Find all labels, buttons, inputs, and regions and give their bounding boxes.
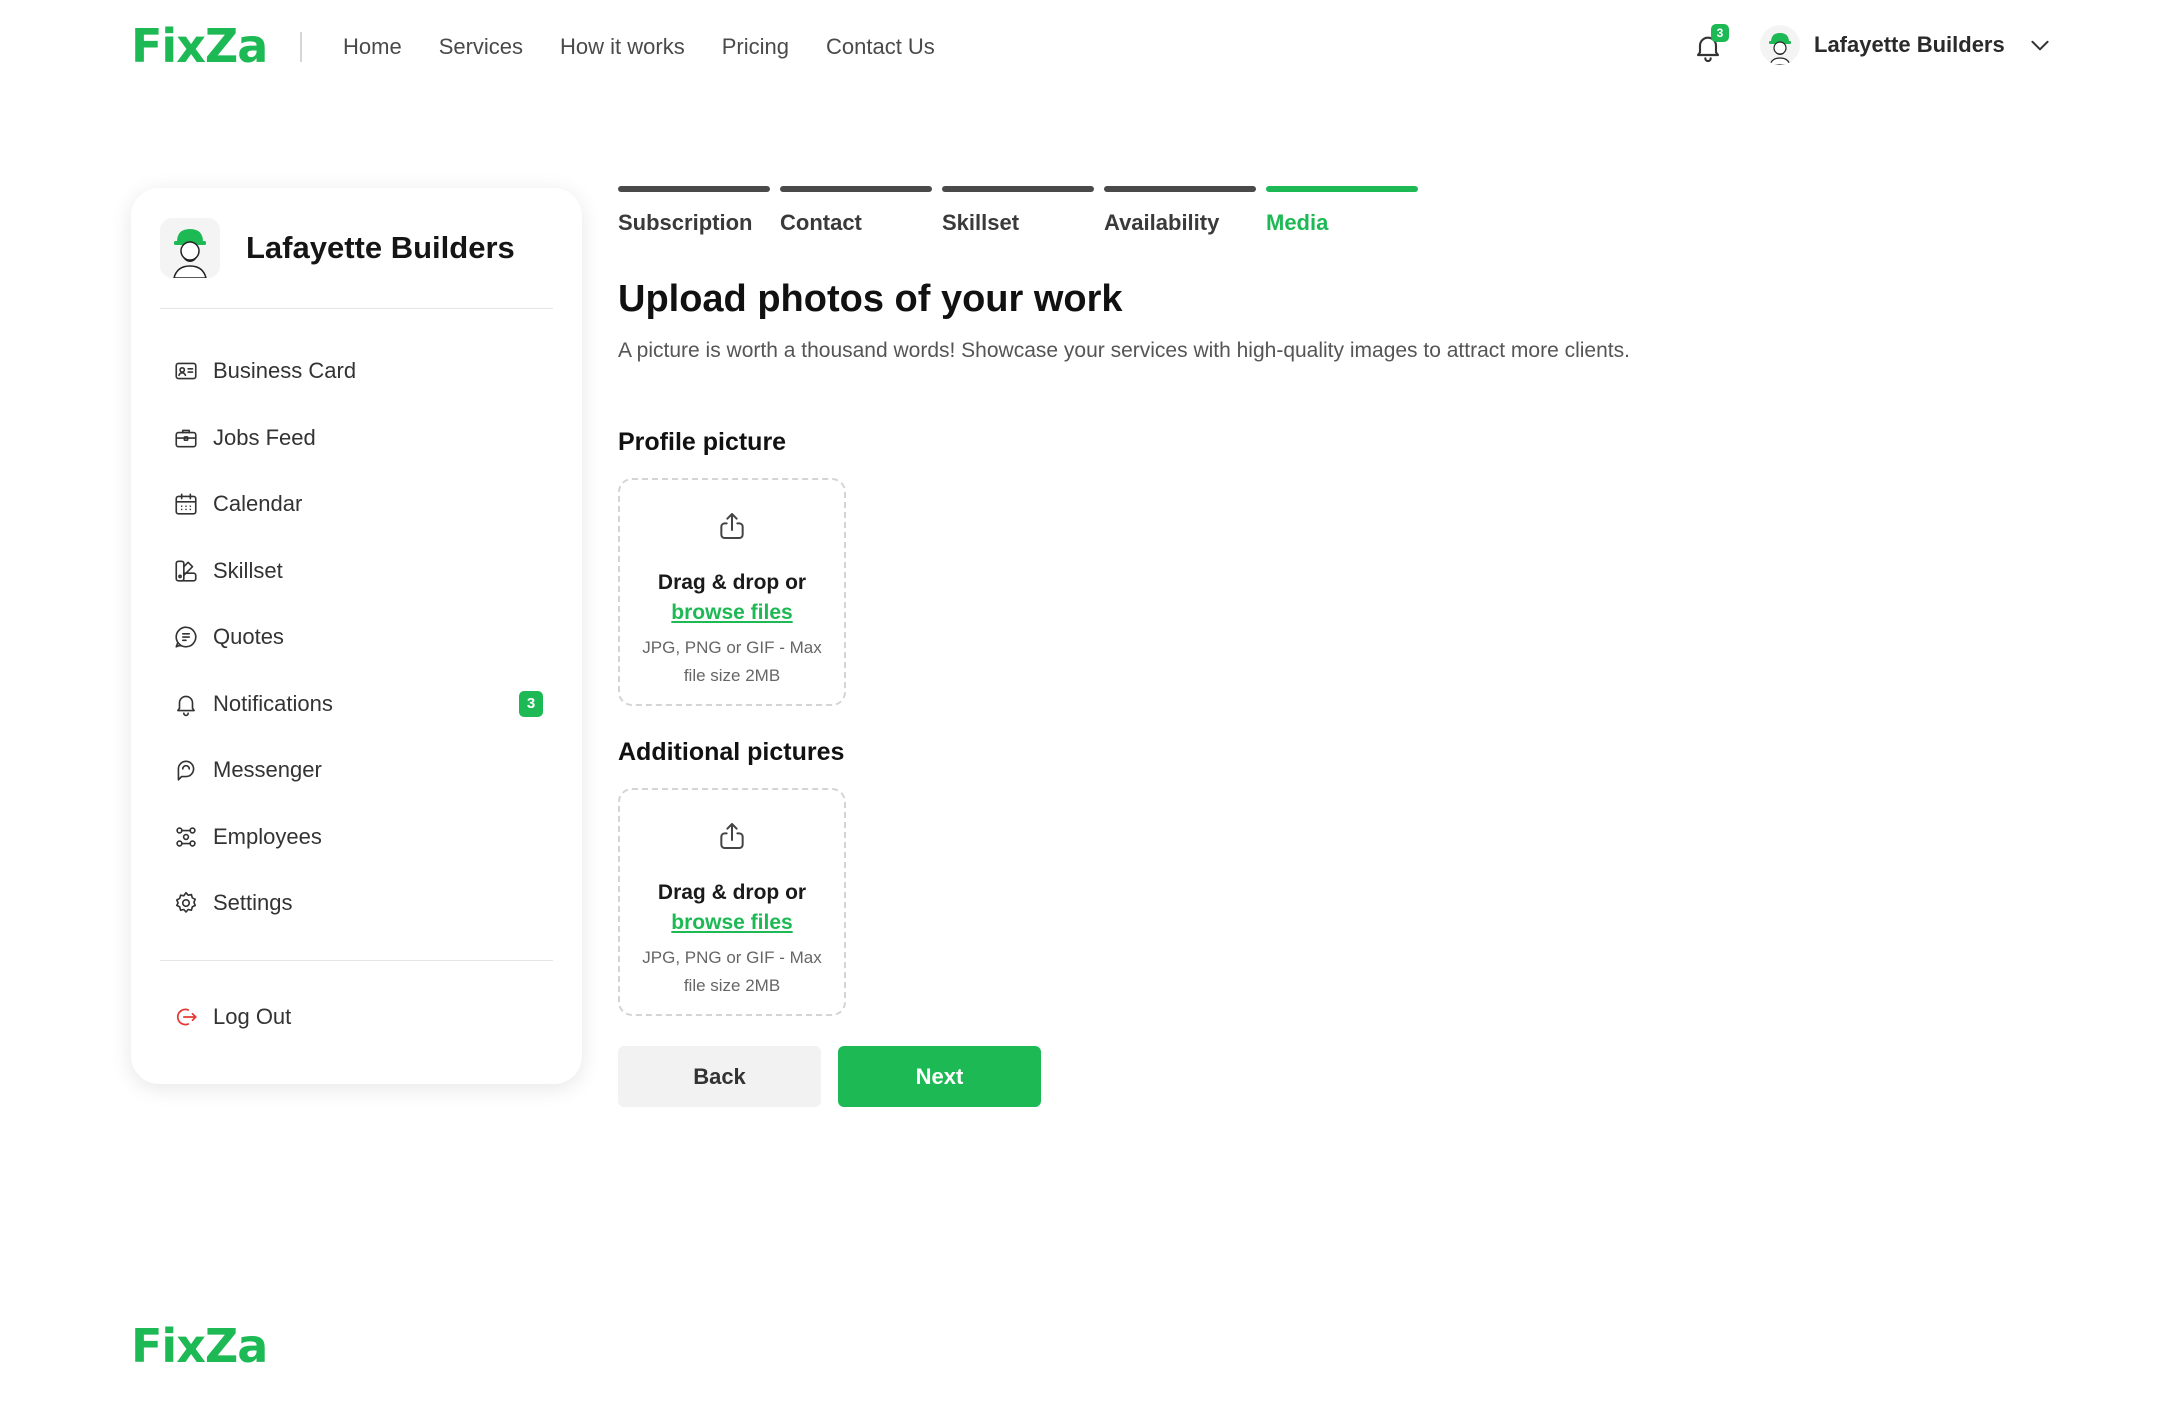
step-progress-bar (780, 186, 932, 192)
sidebar-item-employees[interactable]: Employees (173, 804, 543, 871)
bell-icon (177, 695, 195, 716)
logout-button[interactable]: Log Out (173, 1004, 291, 1030)
step-subscription[interactable]: Subscription (618, 186, 770, 236)
sidebar: Lafayette Builders Business Card Jobs Fe… (131, 188, 582, 1084)
chevron-down-icon[interactable] (2027, 32, 2053, 58)
notifications-button[interactable]: 3 (1692, 24, 1729, 64)
nav-link-pricing[interactable]: Pricing (722, 30, 789, 64)
nav-link-how-it-works[interactable]: How it works (560, 30, 685, 64)
step-label: Contact (780, 210, 862, 235)
sidebar-item-skillset[interactable]: Skillset (173, 538, 543, 605)
fixza-logo[interactable]: FixZa (131, 22, 268, 70)
sidebar-item-messenger[interactable]: Messenger (173, 737, 543, 804)
swatch-icon (175, 560, 197, 582)
dropzone-text: Drag & drop or (657, 881, 807, 904)
sidebar-item-quotes[interactable]: Quotes (173, 604, 543, 671)
top-header: FixZa Home Services How it works Pricing… (0, 0, 2161, 96)
dropzone-text: Drag & drop or (657, 571, 807, 594)
nav-link-home[interactable]: Home (343, 30, 402, 64)
onboarding-stepper: Subscription Contact Skillset Availabili… (618, 186, 1418, 236)
step-label: Skillset (942, 210, 1020, 235)
nav-link-services[interactable]: Services (439, 30, 523, 64)
step-progress-bar (942, 186, 1094, 192)
back-button[interactable]: Back (618, 1046, 821, 1107)
notifications-count-badge: 3 (519, 690, 543, 717)
sidebar-item-calendar[interactable]: Calendar (173, 471, 543, 538)
sidebar-item-label: Messenger (213, 757, 322, 783)
sidebar-item-label: Jobs Feed (213, 424, 316, 450)
divider (160, 308, 553, 309)
dropzone-hint: JPG, PNG or GIF - Max file size 2MB (642, 638, 822, 685)
step-label: Subscription (618, 210, 753, 235)
dropzone-hint: JPG, PNG or GIF - Max file size 2MB (642, 948, 822, 995)
upload-icon (720, 513, 744, 539)
sidebar-item-label: Employees (213, 823, 322, 849)
step-progress-bar (1266, 186, 1418, 192)
logout-label: Log Out (213, 1004, 292, 1029)
sidebar-item-business-card[interactable]: Business Card (173, 338, 543, 405)
step-progress-bar (1104, 186, 1256, 192)
avatar (1760, 25, 1800, 65)
sidebar-item-label: Quotes (213, 624, 284, 650)
step-availability[interactable]: Availability (1104, 186, 1256, 236)
calendar-icon (175, 493, 197, 515)
step-progress-bar (618, 186, 770, 192)
page-title: Upload photos of your work (618, 278, 1123, 320)
browse-files-link[interactable]: browse files (620, 598, 844, 628)
additional-pictures-label: Additional pictures (618, 738, 845, 766)
header-divider (300, 32, 302, 62)
next-button[interactable]: Next (838, 1046, 1041, 1107)
avatar (160, 218, 220, 278)
sidebar-item-label: Business Card (213, 358, 357, 384)
nav-link-contact-us[interactable]: Contact Us (826, 30, 935, 64)
footer-fixza-logo[interactable]: FixZa (131, 1322, 268, 1370)
step-media[interactable]: Media (1266, 186, 1418, 236)
upload-icon (720, 823, 744, 849)
profile-picture-label: Profile picture (618, 428, 787, 456)
step-label: Availability (1104, 210, 1220, 235)
gear-icon (175, 892, 197, 914)
users-icon (176, 827, 196, 847)
header-user-name: Lafayette Builders (1814, 32, 2005, 57)
sidebar-profile-name: Lafayette Builders (246, 230, 515, 265)
sidebar-menu: Business Card Jobs Feed Calendar Skillse… (173, 338, 543, 937)
main-nav: Home Services How it works Pricing Conta… (343, 30, 935, 64)
chat-icon (177, 760, 195, 781)
divider (160, 960, 553, 961)
briefcase-icon (175, 429, 197, 448)
user-menu[interactable]: Lafayette Builders (1760, 25, 2053, 65)
profile-picture-dropzone[interactable]: Drag & drop or browse files JPG, PNG or … (618, 478, 846, 706)
sidebar-item-label: Skillset (213, 557, 283, 583)
sidebar-item-label: Calendar (213, 491, 303, 517)
sidebar-item-settings[interactable]: Settings (173, 870, 543, 937)
browse-files-link[interactable]: browse files (620, 908, 844, 938)
id-card-icon (175, 362, 197, 380)
step-label: Media (1266, 210, 1329, 235)
page-description: A picture is worth a thousand words! Sho… (618, 339, 1630, 362)
step-contact[interactable]: Contact (780, 186, 932, 236)
notification-count-badge: 3 (1711, 24, 1729, 42)
additional-pictures-dropzone[interactable]: Drag & drop or browse files JPG, PNG or … (618, 788, 846, 1016)
sidebar-profile: Lafayette Builders (160, 218, 515, 278)
sidebar-item-label: Notifications (213, 690, 333, 716)
sidebar-item-label: Settings (213, 890, 293, 916)
sidebar-item-jobs-feed[interactable]: Jobs Feed (173, 405, 543, 472)
logout-icon (176, 1008, 197, 1026)
sidebar-item-notifications[interactable]: Notifications 3 (173, 671, 543, 738)
quote-bubble-icon (175, 626, 197, 648)
step-skillset[interactable]: Skillset (942, 186, 1094, 236)
